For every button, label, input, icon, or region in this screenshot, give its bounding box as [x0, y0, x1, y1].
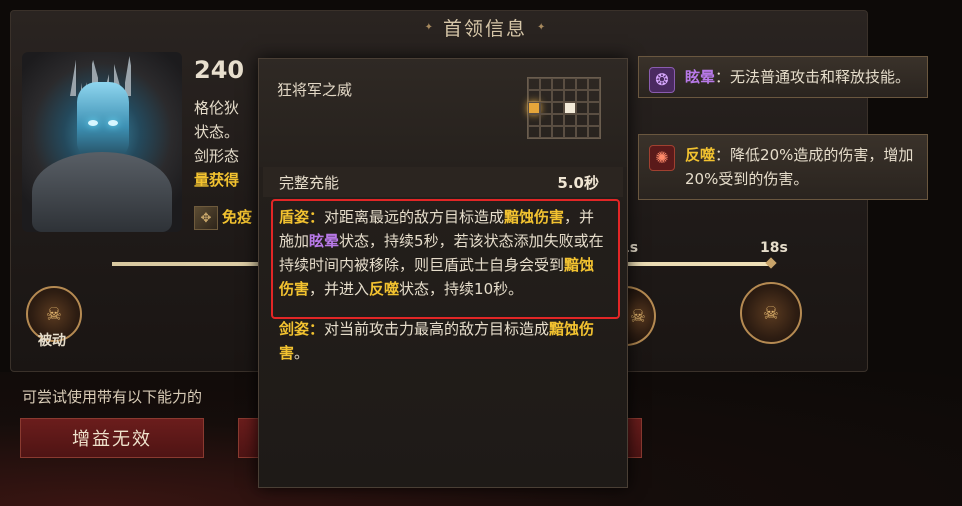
helm-shape: [77, 82, 129, 157]
boss-desc-line: 剑形态: [194, 147, 240, 165]
sword-stance-text: 剑姿：对当前攻击力最高的敌方目标造成黯蚀伤害。: [279, 317, 609, 365]
boss-desc-line: 状态。: [194, 123, 240, 141]
text-span: 对当前攻击力最高的敌方目标造成: [324, 320, 550, 338]
status-sep: ：: [715, 146, 731, 164]
ability-button-2[interactable]: [238, 418, 260, 458]
ability-button-3[interactable]: [626, 418, 642, 458]
shield-label: 盾姿：: [279, 208, 325, 226]
boss-level-text: 240: [194, 56, 245, 84]
status-name: 眩晕: [685, 68, 716, 86]
boss-desc-line: 量获得: [194, 171, 240, 189]
title-ornament-right-icon: ✦: [537, 21, 546, 33]
text-span: 对距离最远的敌方目标造成: [324, 208, 505, 226]
tooltip-header: 狂将军之威: [259, 59, 627, 167]
grid-cell-target: [564, 102, 576, 114]
keyword-stun[interactable]: 眩晕: [309, 232, 339, 250]
timeline-mark-2: 18s: [760, 240, 788, 256]
skill-tooltip: 狂将军之威 完整充能 5.0秒 盾姿：对距离最远的敌方目标造成黯蚀伤害，并施加眩…: [258, 58, 628, 488]
right-eye: [108, 120, 118, 126]
charge-value: 5.0秒: [557, 173, 599, 192]
status-desc: 无法普通攻击和释放技能。: [730, 68, 911, 86]
target-range-grid: [527, 77, 601, 139]
sword-label: 剑姿：: [279, 320, 325, 338]
armor-shape: [32, 152, 172, 232]
status-card-stun: ❂ 眩晕：无法普通攻击和释放技能。: [638, 56, 928, 98]
boss-portrait: [22, 52, 182, 232]
grid-cell-boss: [528, 102, 540, 114]
panel-title: 首领信息: [442, 17, 527, 40]
text-span: 。: [294, 344, 310, 362]
left-eye: [88, 120, 98, 126]
status-card-backlash: ✺ 反噬：降低20%造成的伤害，增加20%受到的伤害。: [638, 134, 928, 200]
text-span: 状态，持续10秒。: [399, 280, 524, 298]
immune-icon[interactable]: ✥: [194, 206, 218, 230]
charge-row: 完整充能 5.0秒: [263, 167, 623, 197]
suggestion-text: 可尝试使用带有以下能力的: [22, 388, 203, 406]
title-ornament-left-icon: ✦: [424, 21, 433, 33]
immune-label: 免疫: [222, 208, 253, 226]
shield-stance-text: 盾姿：对距离最远的敌方目标造成黯蚀伤害，并施加眩晕状态，持续5秒，若该状态添加失…: [279, 205, 609, 301]
skill-name: 狂将军之威: [277, 81, 353, 99]
status-sep: ：: [715, 68, 731, 86]
status-name: 反噬: [685, 146, 716, 164]
charge-label: 完整充能: [279, 173, 340, 192]
keyword-backlash[interactable]: 反噬: [369, 280, 399, 298]
keyword: 黯蚀伤害: [504, 208, 565, 226]
text-span: ，并进入: [309, 280, 370, 298]
skill-icon-2[interactable]: ☠: [740, 282, 802, 344]
boss-desc-line: 格伦狄: [194, 99, 240, 117]
boss-description: 格伦狄 状态。 剑形态 量获得: [194, 96, 264, 192]
swirl-icon: ❂: [649, 67, 675, 93]
buff-nullify-button[interactable]: 增益无效: [20, 418, 204, 458]
claw-icon: ✺: [649, 145, 675, 171]
passive-label: 被动: [38, 333, 66, 349]
panel-title-bar: ✦ 首领信息 ✦: [340, 12, 630, 42]
